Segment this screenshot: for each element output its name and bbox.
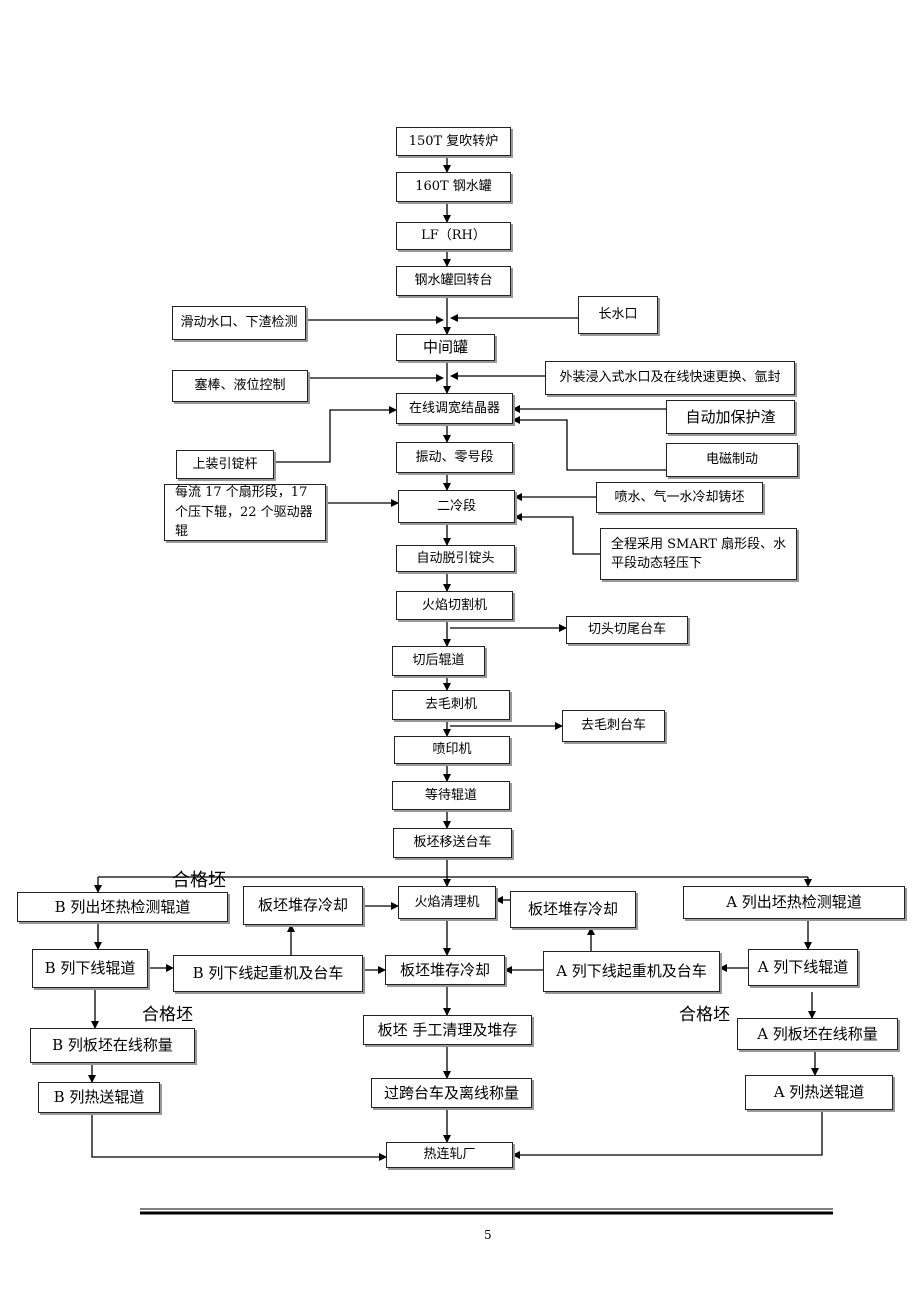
node-b-crane: B 列下线起重机及台车 bbox=[173, 955, 363, 992]
node-mold: 在线调宽结晶器 bbox=[396, 393, 513, 424]
node-ems: 电磁制动 bbox=[666, 443, 798, 477]
node-mold-powder: 自动加保护渣 bbox=[666, 400, 795, 434]
node-cross-car-weighing: 过跨台车及离线称量 bbox=[371, 1078, 532, 1108]
flow-arrow bbox=[91, 1113, 387, 1161]
node-slide-gate: 滑动水口、下渣检测 bbox=[172, 306, 306, 340]
footer-rule bbox=[140, 1208, 833, 1215]
node-long-nozzle: 长水口 bbox=[578, 296, 658, 334]
node-dummy-head: 自动脱引锭头 bbox=[396, 545, 515, 572]
label-qualified-right: 合格坯 bbox=[679, 1005, 730, 1025]
node-dummy-bar: 上装引锭杆 bbox=[176, 450, 274, 479]
node-a-weighing: A 列板坯在线称量 bbox=[737, 1018, 898, 1050]
node-secondary-cooling: 二冷段 bbox=[398, 490, 515, 523]
node-scarfing: 火焰清理机 bbox=[398, 886, 496, 919]
node-a-offline-roller: A 列下线辊道 bbox=[748, 949, 858, 986]
node-a-hot-charge: A 列热送辊道 bbox=[745, 1075, 893, 1110]
node-marker: 喷印机 bbox=[394, 736, 510, 764]
node-sen: 外装浸入式水口及在线快速更换、氩封 bbox=[545, 361, 795, 395]
node-deburr: 去毛刺机 bbox=[392, 690, 510, 720]
node-stopper: 塞棒、液位控制 bbox=[172, 370, 308, 402]
label-qualified-top: 合格坯 bbox=[172, 870, 226, 891]
page-number: 5 bbox=[484, 1228, 492, 1242]
node-converter: 150T 复吹转炉 bbox=[396, 127, 511, 156]
flow-arrow bbox=[514, 513, 600, 555]
node-ladle: 160T 钢水罐 bbox=[396, 172, 511, 202]
node-b-offline-roller: B 列下线辊道 bbox=[32, 949, 148, 988]
node-post-cut-roller: 切后辊道 bbox=[392, 646, 485, 676]
node-spray: 喷水、气一水冷却铸坯 bbox=[596, 482, 763, 513]
node-torch-cutter: 火焰切割机 bbox=[396, 591, 513, 620]
node-manual-cleaning: 板坯 手工清理及堆存 bbox=[363, 1015, 532, 1045]
node-segments: 每流 17 个扇形段，17 个压下辊，22 个驱动器辊 bbox=[164, 484, 326, 541]
node-oscillation: 振动、零号段 bbox=[396, 442, 513, 473]
node-deburr-car: 去毛刺台车 bbox=[562, 710, 665, 742]
flowchart-page: 150T 复吹转炉 160T 钢水罐 LF（RH） 钢水罐回转台 滑动水口、下渣… bbox=[0, 0, 920, 1302]
label-qualified-left: 合格坯 bbox=[142, 1005, 193, 1025]
flow-arrow bbox=[512, 1110, 823, 1159]
node-waiting-roller: 等待辊道 bbox=[392, 781, 510, 810]
node-storage-left: 板坯堆存冷却 bbox=[243, 886, 363, 925]
node-transfer-car: 板坯移送台车 bbox=[393, 828, 512, 858]
node-a-crane: A 列下线起重机及台车 bbox=[543, 951, 720, 992]
node-storage-right: 板坯堆存冷却 bbox=[510, 891, 636, 928]
node-smart: 全程采用 SMART 扇形段、水平段动态轻压下 bbox=[600, 528, 797, 580]
node-ladle-turret: 钢水罐回转台 bbox=[396, 266, 511, 296]
node-a-hot-inspection: A 列出坯热检测辊道 bbox=[683, 886, 905, 919]
node-head-tail-car: 切头切尾台车 bbox=[566, 616, 688, 644]
node-lf-rh: LF（RH） bbox=[396, 222, 511, 250]
node-b-hot-inspection: B 列出坯热检测辊道 bbox=[17, 892, 228, 922]
node-b-hot-charge: B 列热送辊道 bbox=[38, 1082, 160, 1113]
flow-arrow bbox=[274, 406, 397, 463]
flow-arrow bbox=[512, 416, 666, 471]
node-hot-strip-mill: 热连轧厂 bbox=[386, 1142, 513, 1168]
node-tundish: 中间罐 bbox=[396, 334, 495, 361]
node-b-weighing: B 列板坯在线称量 bbox=[30, 1028, 195, 1063]
node-storage-center: 板坯堆存冷却 bbox=[385, 955, 505, 985]
